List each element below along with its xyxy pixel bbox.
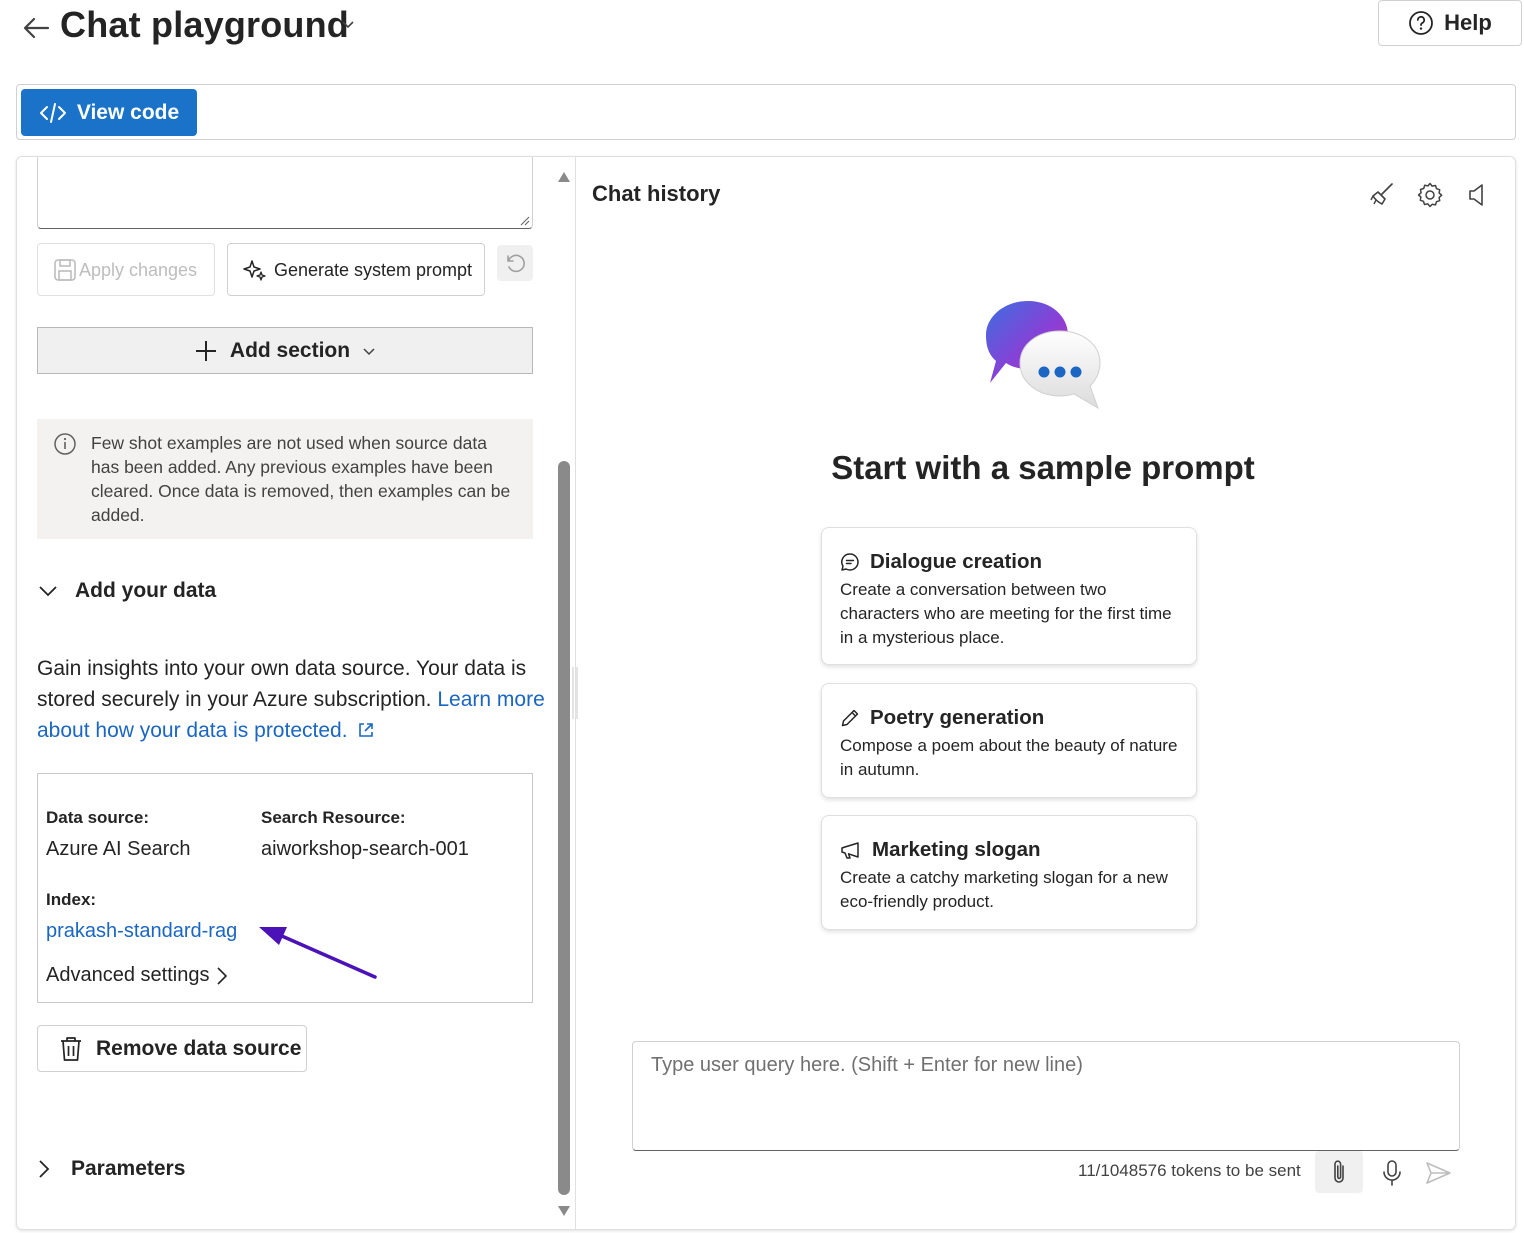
chat-bubbles-illustration <box>986 301 1101 410</box>
external-link-icon[interactable] <box>357 721 375 739</box>
scrollbar-thumb[interactable] <box>558 461 570 1195</box>
search-resource-value: aiworkshop-search-001 <box>261 838 469 860</box>
generate-system-prompt-label: Generate system prompt <box>273 259 473 280</box>
add-your-data-label: Add your data <box>75 579 217 602</box>
remove-data-source-button[interactable]: Remove data source <box>37 1025 307 1072</box>
view-code-button[interactable]: View code <box>21 89 197 136</box>
index-link[interactable]: prakash-standard-rag <box>46 920 237 943</box>
info-icon <box>54 433 76 455</box>
chevron-down-icon <box>39 586 57 597</box>
sample-prompt-title: Dialogue creation <box>870 550 1043 573</box>
setup-pane: Apply changes Generate system prompt Add… <box>17 157 575 1229</box>
sample-prompt-header: Marketing slogan <box>840 836 1178 864</box>
apply-changes-label: Apply changes <box>78 259 198 280</box>
data-source-card: Data source: Azure AI Search Search Reso… <box>37 773 533 1003</box>
data-insight-text: Gain insights into your own data source.… <box>37 653 547 746</box>
trash-icon <box>61 1036 81 1061</box>
undo-button[interactable] <box>497 245 533 281</box>
start-title: Start with a sample prompt <box>576 449 1515 487</box>
chat-history-title: Chat history <box>592 181 721 206</box>
clear-chat-broom-icon[interactable] <box>1368 181 1396 209</box>
sample-prompt-title: Poetry generation <box>870 706 1045 729</box>
chat-bubble-icon <box>841 553 859 571</box>
send-button[interactable] <box>1418 1153 1458 1193</box>
search-resource-label: Search Resource: <box>261 808 406 827</box>
top-bar: Chat playground Help <box>0 0 1524 60</box>
resize-grip-icon[interactable] <box>520 216 530 226</box>
chevron-right-icon <box>217 966 228 985</box>
microphone-icon <box>1383 1160 1401 1186</box>
generate-system-prompt-button[interactable]: Generate system prompt <box>227 243 485 296</box>
parameters-section-toggle[interactable]: Parameters <box>37 1153 185 1185</box>
sample-prompt-card[interactable]: Marketing slogan Create a catchy marketi… <box>821 815 1197 930</box>
few-shot-info-message: Few shot examples are not used when sour… <box>37 419 533 539</box>
system-message-textarea[interactable] <box>37 157 533 229</box>
sample-prompt-header: Dialogue creation <box>840 548 1178 576</box>
scroll-up-icon[interactable] <box>557 171 571 183</box>
back-arrow-icon[interactable] <box>18 10 54 46</box>
sample-prompt-card[interactable]: Dialogue creation Create a conversation … <box>821 527 1197 665</box>
chat-settings-gear-icon[interactable] <box>1416 181 1444 209</box>
add-section-label: Add section <box>229 338 351 362</box>
info-text: Few shot examples are not used when sour… <box>91 433 511 525</box>
speaker-icon[interactable] <box>1464 181 1492 209</box>
sample-prompt-title: Marketing slogan <box>872 838 1041 861</box>
undo-icon <box>507 254 525 273</box>
paperclip-icon <box>1334 1160 1344 1183</box>
advanced-settings-label: Advanced settings <box>46 964 210 986</box>
chat-actions <box>1368 181 1492 209</box>
chevron-down-icon <box>363 347 375 355</box>
page-title: Chat playground <box>60 4 349 45</box>
index-label: Index: <box>46 890 97 909</box>
send-icon <box>1426 1162 1451 1184</box>
chat-pane: Chat history Start with a sample prompt … <box>576 157 1515 1229</box>
apply-changes-button[interactable]: Apply changes <box>37 243 215 296</box>
chevron-right-icon <box>39 1160 50 1178</box>
data-source-value: Azure AI Search <box>46 838 191 860</box>
microphone-button[interactable] <box>1372 1153 1412 1193</box>
add-section-button[interactable]: Add section <box>37 327 533 374</box>
data-source-label: Data source: <box>46 808 149 827</box>
sample-prompt-card[interactable]: Poetry generation Compose a poem about t… <box>821 683 1197 798</box>
attach-button[interactable] <box>1315 1151 1363 1193</box>
sparkle-icon <box>243 259 266 281</box>
sample-prompt-description: Compose a poem about the beauty of natur… <box>840 736 1178 779</box>
start-title-text: Start with a sample prompt <box>831 449 1255 486</box>
help-icon <box>1409 11 1434 35</box>
user-query-input[interactable] <box>632 1041 1460 1151</box>
plus-icon <box>195 340 216 361</box>
sample-prompt-description: Create a conversation between two charac… <box>840 580 1172 647</box>
remove-data-source-label: Remove data source <box>96 1036 302 1060</box>
code-icon <box>39 102 66 123</box>
parameters-label: Parameters <box>71 1157 186 1180</box>
sample-prompt-description: Create a catchy marketing slogan for a n… <box>840 868 1168 911</box>
pen-icon <box>841 709 859 727</box>
save-icon <box>54 258 76 281</box>
add-your-data-section-toggle[interactable]: Add your data <box>37 575 216 607</box>
main-panel: Apply changes Generate system prompt Add… <box>16 156 1516 1230</box>
scroll-down-icon[interactable] <box>557 1205 571 1217</box>
token-count: 11/1048576 tokens to be sent <box>1078 1161 1301 1180</box>
chevron-down-icon[interactable] <box>340 16 356 32</box>
help-label: Help <box>1444 10 1492 35</box>
help-button[interactable]: Help <box>1378 0 1522 46</box>
advanced-settings-link[interactable]: Advanced settings <box>46 964 229 987</box>
sample-prompt-header: Poetry generation <box>840 704 1178 732</box>
toolbar: View code <box>16 84 1516 140</box>
megaphone-icon <box>841 842 859 859</box>
view-code-label: View code <box>76 100 180 124</box>
